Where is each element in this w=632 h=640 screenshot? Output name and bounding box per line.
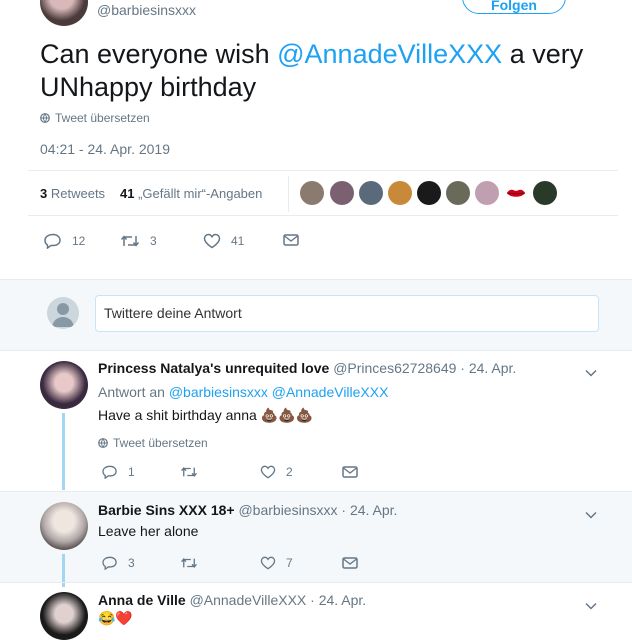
more-options-icon[interactable]: [585, 364, 597, 382]
reply-to-label: Antwort an: [98, 384, 165, 400]
thread-line: [62, 413, 65, 490]
reply-divider: [0, 582, 632, 583]
reply-text: 😂❤️: [98, 610, 133, 626]
reply-author-name[interactable]: Princess Natalya's unrequited love: [98, 360, 329, 376]
like-action[interactable]: 7: [260, 556, 293, 570]
retweet-action[interactable]: [180, 556, 198, 570]
liker-avatar-lips[interactable]: [504, 181, 528, 205]
heart-icon: [260, 465, 276, 479]
liker-avatar[interactable]: [359, 181, 383, 205]
mention-link[interactable]: @AnnadeVilleXXX: [277, 39, 502, 69]
liker-avatar[interactable]: [475, 181, 499, 205]
reply-author-handle[interactable]: @Princes62728649: [333, 360, 456, 376]
translate-link[interactable]: Tweet übersetzen: [40, 111, 150, 125]
globe-icon: [98, 438, 108, 448]
translate-label: Tweet übersetzen: [113, 436, 208, 450]
tweet-text-part1: Can everyone wish: [40, 39, 278, 69]
likes-label: „Gefällt mir“-Angaben: [138, 186, 263, 201]
dm-action[interactable]: [342, 556, 358, 570]
reply-author-name[interactable]: Anna de Ville: [98, 592, 186, 608]
follow-button[interactable]: Folgen: [462, 0, 566, 14]
reply-date[interactable]: · 24. Apr.: [341, 502, 397, 518]
liker-avatar[interactable]: [300, 181, 324, 205]
more-options-icon[interactable]: [585, 506, 597, 524]
like-action[interactable]: 41: [203, 233, 244, 249]
dm-action[interactable]: [283, 233, 299, 247]
heart-icon: [203, 233, 221, 249]
retweet-action[interactable]: 3: [120, 233, 157, 249]
liker-avatars: [300, 181, 560, 205]
reply-header: Princess Natalya's unrequited love @Prin…: [98, 360, 516, 376]
reply-date[interactable]: · 24. Apr.: [460, 360, 516, 376]
follow-button-label: Folgen: [491, 0, 537, 13]
retweet-icon: [180, 465, 198, 479]
reply-avatar[interactable]: [40, 361, 88, 409]
reply-action[interactable]: 12: [44, 233, 85, 249]
tweet-text: Can everyone wish @AnnadeVilleXXX a very…: [40, 38, 610, 104]
likes-stat[interactable]: 41 „Gefällt mir“-Angaben: [120, 186, 262, 201]
reply-author-name[interactable]: Barbie Sins XXX 18+: [98, 502, 235, 518]
reply-header: Anna de Ville @AnnadeVilleXXX · 24. Apr.: [98, 592, 366, 608]
heart-icon: [260, 556, 276, 570]
reply-text: Have a shit birthday anna 💩💩💩: [98, 407, 313, 423]
stats-divider-top: [28, 170, 618, 171]
liker-avatar[interactable]: [330, 181, 354, 205]
retweet-icon: [180, 556, 198, 570]
reply-date[interactable]: · 24. Apr.: [310, 592, 366, 608]
reply-count: 12: [72, 234, 86, 248]
liker-avatar[interactable]: [388, 181, 412, 205]
user-avatar-placeholder: [47, 297, 79, 329]
reply-header: Barbie Sins XXX 18+ @barbiesinsxxx · 24.…: [98, 502, 397, 518]
reply-icon: [102, 556, 118, 570]
like-count: 7: [286, 556, 293, 570]
author-avatar[interactable]: [40, 0, 88, 26]
stats-divider-bottom: [28, 215, 618, 216]
retweet-action[interactable]: [180, 465, 198, 479]
reply-action[interactable]: 3: [102, 556, 135, 570]
reply-avatar[interactable]: [40, 502, 88, 550]
globe-icon: [40, 113, 50, 123]
reply-text: Leave her alone: [98, 523, 199, 539]
liker-avatar[interactable]: [533, 181, 557, 205]
author-handle[interactable]: @barbiesinsxxx: [97, 2, 196, 18]
retweet-count: 3: [150, 234, 157, 248]
reply-icon: [102, 465, 118, 479]
like-count: 2: [286, 465, 293, 479]
reply-input-placeholder: Twittere deine Antwort: [104, 305, 242, 321]
reply-author-handle[interactable]: @barbiesinsxxx: [238, 502, 337, 518]
envelope-icon: [342, 556, 358, 570]
like-action[interactable]: 2: [260, 465, 293, 479]
like-count: 41: [231, 234, 245, 248]
envelope-icon: [283, 233, 299, 247]
liker-avatar[interactable]: [446, 181, 470, 205]
reply-input[interactable]: Twittere deine Antwort: [95, 295, 599, 332]
envelope-icon: [342, 465, 358, 479]
dm-action[interactable]: [342, 465, 358, 479]
translate-link[interactable]: Tweet übersetzen: [98, 436, 208, 450]
stats-separator: [288, 176, 289, 212]
reply-action[interactable]: 1: [102, 465, 135, 479]
reply-count: 3: [128, 556, 135, 570]
retweets-label: Retweets: [50, 186, 106, 201]
likes-count: 41: [120, 186, 135, 201]
reply-avatar[interactable]: [40, 592, 88, 640]
reply-icon: [44, 233, 62, 249]
reply-to-mention[interactable]: @barbiesinsxxx: [169, 384, 268, 400]
tweet-timestamp[interactable]: 04:21 - 24. Apr. 2019: [40, 141, 170, 157]
reply-to-line: Antwort an @barbiesinsxxx @AnnadeVilleXX…: [98, 384, 388, 400]
reply-count: 1: [128, 465, 135, 479]
retweet-icon: [120, 233, 140, 249]
translate-label: Tweet übersetzen: [55, 111, 150, 125]
retweets-stat[interactable]: 3 Retweets: [40, 186, 105, 201]
reply-to-mention[interactable]: @AnnadeVilleXXX: [272, 384, 389, 400]
more-options-icon[interactable]: [585, 597, 597, 615]
retweets-count: 3: [40, 186, 48, 201]
reply-author-handle[interactable]: @AnnadeVilleXXX: [190, 592, 307, 608]
liker-avatar[interactable]: [417, 181, 441, 205]
